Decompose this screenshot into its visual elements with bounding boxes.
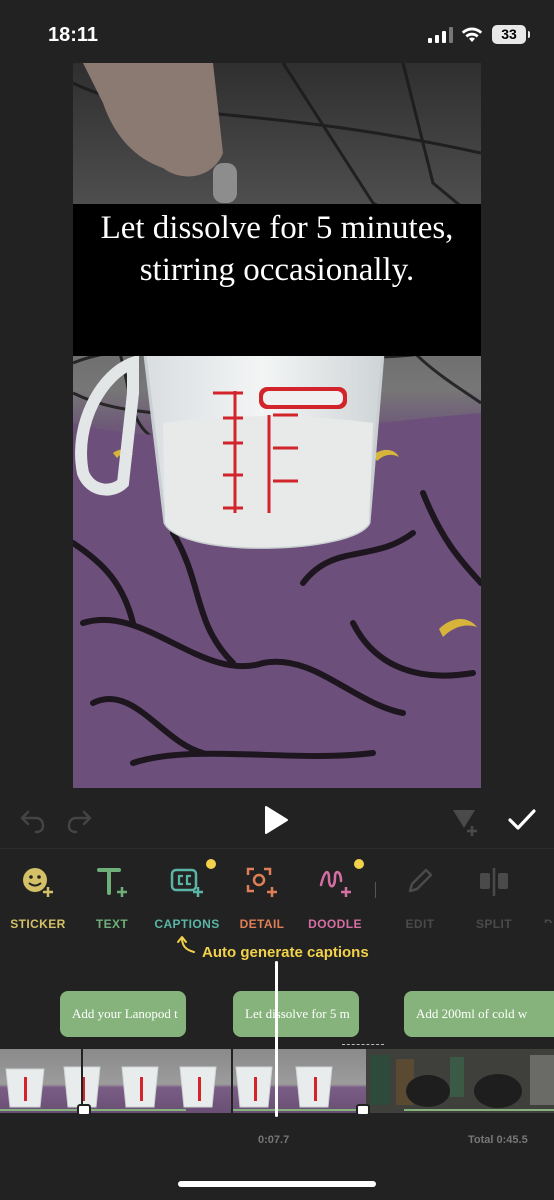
playhead[interactable] [275,961,278,1117]
next-tool-partial[interactable]: D [540,861,554,923]
detail-label: DETAIL [239,917,285,931]
sticker-tool[interactable]: STICKER [4,861,72,931]
focus-plus-icon [246,867,277,897]
edit-toolbar: STICKER TEXT CAPTIONS DETAIL DOODLE EDIT… [0,848,554,931]
keyframe-icon[interactable] [450,806,480,836]
pencil-icon [408,868,433,893]
trim-handle-left[interactable] [77,1104,91,1116]
cellular-signal-icon [428,27,454,43]
video-frame-image [73,63,481,788]
text-label: TEXT [95,917,129,931]
checkmark-icon[interactable] [506,806,538,834]
video-preview[interactable]: Let dissolve for 5 minutes, stirring occ… [73,63,481,788]
curved-arrow-icon [177,936,195,953]
battery-icon: 33 [492,25,530,44]
edit-tool[interactable]: EDIT [392,861,448,931]
status-bar: 18:11 33 [0,0,554,64]
edit-label: EDIT [405,917,435,931]
caption-text: Let dissolve for 5 minutes, stirring occ… [100,210,454,288]
smiley-plus-icon [23,868,53,897]
captions-tool[interactable]: CAPTIONS [150,861,224,931]
status-time: 18:11 [48,24,99,46]
detail-tool[interactable]: DETAIL [232,861,292,931]
text-plus-icon [97,868,127,897]
captions-hint[interactable]: Auto generate captions [176,934,436,964]
doodle-tool[interactable]: DOODLE [302,861,368,931]
doodle-label: DOODLE [308,917,362,931]
home-indicator[interactable] [178,1181,376,1187]
wifi-icon [461,27,483,42]
next-tool-label: D [544,917,554,923]
undo-icon[interactable] [18,806,46,834]
captions-hint-text: Auto generate captions [202,944,369,961]
cc-plus-icon [170,868,203,897]
trim-handle-right[interactable] [356,1104,370,1116]
squiggle-plus-icon [319,870,351,897]
sticker-label: STICKER [10,917,66,931]
total-duration: Total 0:45.5 [468,1134,528,1146]
split-icon [480,868,508,896]
clip-range-bar [404,1109,554,1111]
caption-clip[interactable]: Add your Lanopod t [60,991,186,1037]
captions-new-badge [206,859,216,869]
clip-range-bar [233,1109,359,1111]
toolbar-divider [375,882,376,898]
play-icon[interactable] [262,804,290,836]
current-time: 0:07.7 [258,1134,290,1146]
captions-label: CAPTIONS [154,917,220,931]
clip-range-bar [0,1109,186,1111]
clip-marker [342,1044,384,1045]
redo-icon[interactable] [66,806,94,834]
caption-overlay[interactable]: Let dissolve for 5 minutes, stirring occ… [73,204,481,356]
split-label: SPLIT [475,917,512,931]
split-tool[interactable]: SPLIT [466,861,522,931]
doodle-new-badge [354,859,364,869]
text-tool[interactable]: TEXT [82,861,142,931]
caption-clip[interactable]: Add 200ml of cold w [404,991,554,1037]
caption-clip[interactable]: Let dissolve for 5 m [233,991,359,1037]
